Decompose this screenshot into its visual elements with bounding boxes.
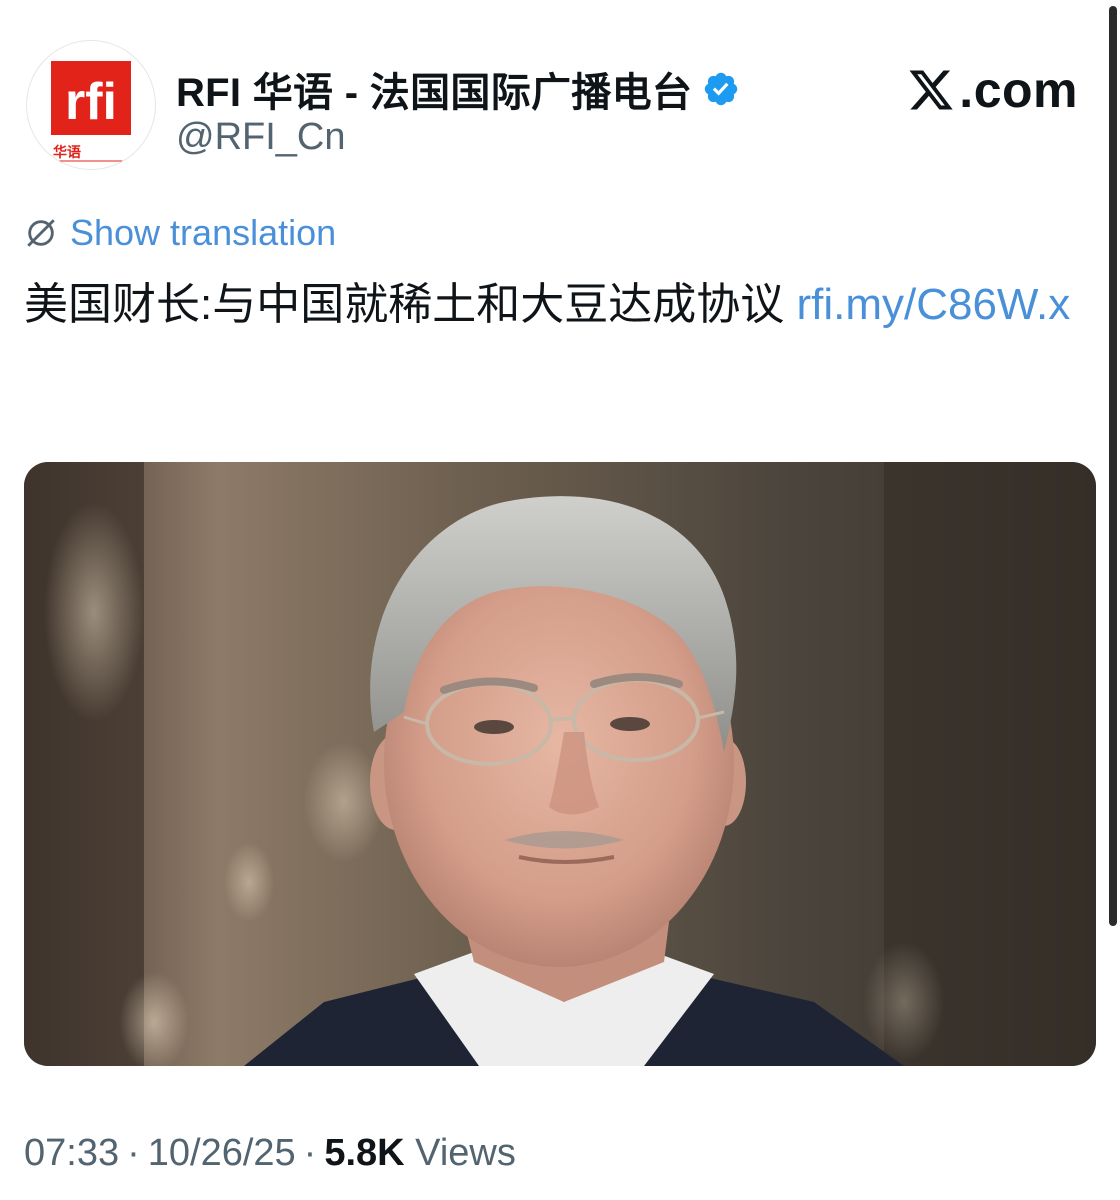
scrollbar-thumb[interactable] xyxy=(1109,6,1117,926)
tweet-time[interactable]: 07:33 xyxy=(24,1132,119,1174)
tweet-body: 美国财长:与中国就稀土和大豆达成协议 xyxy=(24,280,797,329)
avatar-sub-text: 华语 xyxy=(53,144,81,161)
verified-badge-icon xyxy=(704,72,738,106)
views-count[interactable]: 5.8K xyxy=(324,1132,404,1174)
meta-separator: · xyxy=(127,1132,140,1174)
x-logo-text: .com xyxy=(959,62,1078,118)
meta-separator: · xyxy=(303,1132,317,1174)
x-icon xyxy=(909,70,953,110)
show-translation-button[interactable]: Show translation xyxy=(24,212,336,254)
portrait-photo xyxy=(24,462,1096,1066)
views-label: Views xyxy=(415,1132,516,1174)
account-handle[interactable]: @RFI_Cn xyxy=(176,116,346,159)
tweet-date[interactable]: 10/26/25 xyxy=(148,1132,296,1174)
x-logo: .com xyxy=(907,62,1078,118)
display-name[interactable]: RFI 华语 - 法国国际广播电台 xyxy=(176,60,740,118)
tweet-text: 美国财长:与中国就稀土和大豆达成协议 rfi.my/C86W.x xyxy=(24,272,1084,338)
tweet-link[interactable]: rfi.my/C86W.x xyxy=(796,280,1070,329)
scrollbar-track[interactable] xyxy=(1106,0,1120,1200)
avatar-logo-text: rfi xyxy=(65,73,117,131)
tweet-meta: 07:33 · 10/26/25 · 5.8K Views xyxy=(24,1132,516,1175)
display-name-text: RFI 华语 - 法国国际广播电台 xyxy=(176,71,693,115)
translate-icon xyxy=(27,219,55,247)
show-translation-label: Show translation xyxy=(70,212,337,253)
tweet-media-image[interactable] xyxy=(24,462,1096,1066)
rfi-logo-icon: rfi 华语 xyxy=(51,61,131,162)
avatar[interactable]: rfi 华语 xyxy=(26,40,156,170)
